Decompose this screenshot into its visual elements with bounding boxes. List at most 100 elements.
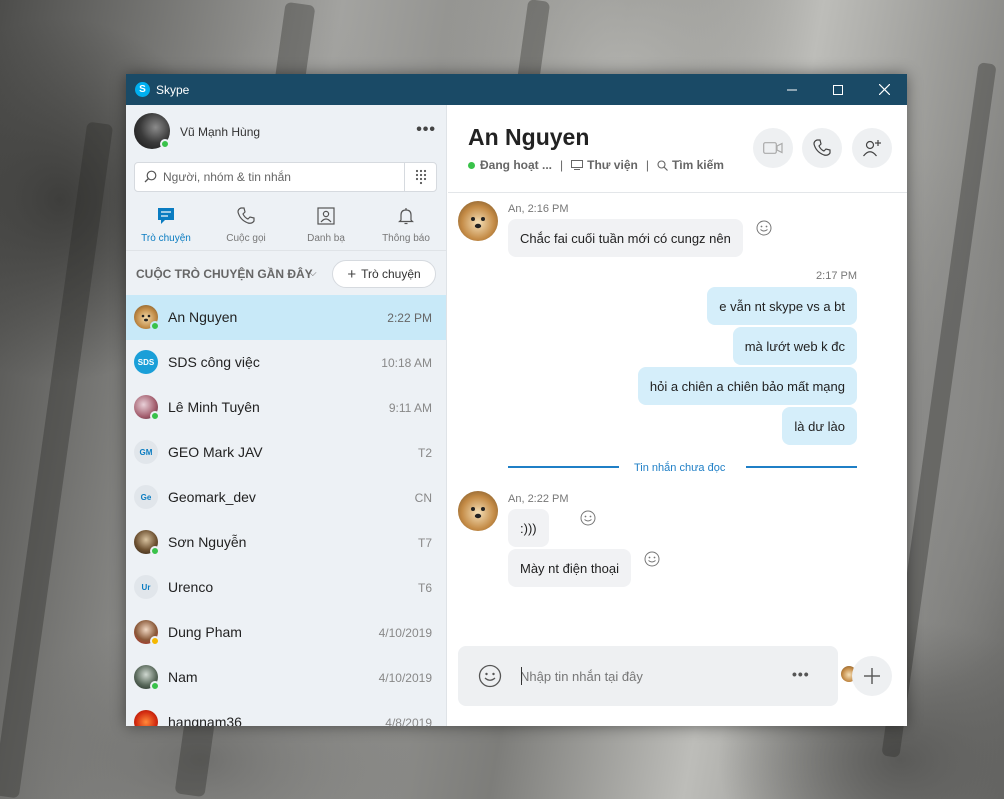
chat-time: 2:22 PM	[387, 311, 432, 325]
dialpad-button[interactable]	[404, 163, 436, 191]
message-text: Chắc fai cuối tuần mới có cungz nên	[520, 230, 731, 246]
plus-icon: +	[347, 265, 357, 283]
avatar: Ur	[134, 575, 158, 599]
message-meta: An, 2:16 PM	[508, 203, 569, 215]
presence-online-icon	[150, 546, 160, 556]
phone-icon	[813, 139, 831, 156]
chat-list-item[interactable]: Ur Urenco T6	[126, 565, 446, 610]
recent-chats-title[interactable]: CUỘC TRÒ CHUYỆN GẦN ĐÂY	[136, 267, 313, 281]
dialpad-icon	[415, 169, 426, 185]
add-people-button[interactable]	[852, 128, 892, 168]
emoji-icon[interactable]	[478, 664, 502, 688]
message-text: là dư lào	[794, 418, 845, 434]
chat-time: T6	[417, 581, 432, 595]
add-person-icon	[863, 140, 881, 157]
chat-list-item[interactable]: SDS SDS công việc 10:18 AM	[126, 340, 446, 385]
search-input[interactable]	[163, 163, 403, 191]
message-bubble[interactable]: hỏi a chiên a chiên bảo mất mạng	[637, 367, 857, 405]
find-link[interactable]: Tìm kiếm	[672, 158, 724, 172]
reaction-smiley-icon[interactable]	[756, 220, 772, 236]
chat-time: 10:18 AM	[381, 356, 432, 370]
skype-logo-icon: S	[135, 82, 150, 97]
chat-list-item[interactable]: An Nguyen 2:22 PM	[126, 295, 446, 340]
minimize-button[interactable]	[769, 74, 815, 105]
presence-online-icon	[150, 411, 160, 421]
reaction-smiley-icon[interactable]	[580, 510, 596, 526]
chat-list-item[interactable]: Nam 4/10/2019	[126, 655, 446, 700]
plus-icon	[864, 668, 880, 684]
chat-time: T2	[417, 446, 432, 460]
tab-notifications[interactable]: Thông báo	[366, 205, 446, 247]
add-attachment-button[interactable]	[852, 656, 892, 696]
conversation-pane: An Nguyen Đang hoạt ... | Thư viện | Tìm…	[448, 105, 907, 726]
chat-name: Geomark_dev	[168, 489, 256, 505]
message-bubble[interactable]: Mày nt điện thoại	[508, 549, 632, 587]
message-text: mà lướt web k đc	[744, 338, 845, 354]
reaction-smiley-icon[interactable]	[644, 551, 660, 567]
tab-contacts-label: Danh bạ	[307, 233, 345, 244]
unread-label: Tin nhắn chưa đọc	[634, 462, 726, 474]
tab-calls[interactable]: Cuộc gọi	[206, 205, 286, 247]
minimize-icon	[787, 89, 797, 90]
message-input[interactable]	[520, 662, 780, 690]
avatar-initials: Ur	[141, 582, 151, 592]
chevron-down-icon[interactable]: ⌵	[309, 268, 317, 279]
video-call-button[interactable]	[753, 128, 793, 168]
tab-contacts[interactable]: Danh bạ	[286, 205, 366, 247]
chat-list-item[interactable]: Sơn Nguyễn T7	[126, 520, 446, 565]
divider	[126, 250, 446, 251]
new-chat-button[interactable]: + Trò chuyện	[332, 260, 436, 288]
chat-time: 4/10/2019	[378, 626, 432, 640]
presence-online-icon	[160, 139, 170, 149]
text-cursor	[521, 667, 522, 685]
message-bubble[interactable]: :)))	[508, 509, 549, 547]
chat-icon	[158, 208, 174, 224]
chat-name: Lê Minh Tuyên	[168, 399, 260, 415]
maximize-icon	[833, 84, 843, 95]
maximize-button[interactable]	[815, 74, 861, 105]
sender-avatar[interactable]	[458, 491, 498, 531]
gallery-icon	[571, 160, 584, 170]
separator: |	[645, 158, 649, 172]
bell-icon	[398, 208, 414, 225]
chat-time: T7	[417, 536, 432, 550]
search-box	[134, 162, 437, 192]
chat-list: An Nguyen 2:22 PM SDS SDS công việc 10:1…	[126, 295, 446, 726]
more-options-button[interactable]: •••	[416, 121, 436, 139]
avatar-initials: GM	[139, 447, 153, 457]
skype-window: S Skype Vũ Mạnh Hùng ••• Người, nhóm & t…	[126, 74, 907, 726]
conversation-title[interactable]: An Nguyen	[468, 124, 589, 151]
tab-chats[interactable]: Trò chuyện	[126, 205, 206, 247]
profile-name[interactable]: Vũ Mạnh Hùng	[180, 125, 260, 139]
message-bubble[interactable]: Chắc fai cuối tuần mới có cungz nên	[508, 219, 743, 257]
chat-name: Urenco	[168, 579, 214, 595]
message-bubble[interactable]: là dư lào	[782, 407, 857, 445]
audio-call-button[interactable]	[802, 128, 842, 168]
new-chat-label: Trò chuyện	[361, 267, 421, 281]
app-title: Skype	[156, 82, 190, 97]
chat-list-item[interactable]: GM GEO Mark JAV T2	[126, 430, 446, 475]
chat-list-item[interactable]: Dung Pham 4/10/2019	[126, 610, 446, 655]
tab-notifications-label: Thông báo	[382, 233, 430, 244]
profile-header: Vũ Mạnh Hùng •••	[134, 113, 440, 153]
presence-away-icon	[150, 636, 160, 646]
window-controls	[769, 74, 907, 105]
phone-icon	[237, 207, 255, 224]
chat-name: An Nguyen	[168, 309, 238, 325]
presence-online-icon	[150, 681, 160, 691]
chat-list-item[interactable]: hangnam36 4/8/2019	[126, 700, 446, 726]
chat-list-item[interactable]: Ge Geomark_dev CN	[126, 475, 446, 520]
avatar-initials: SDS	[137, 357, 155, 367]
more-options-button[interactable]: •••	[792, 666, 810, 682]
message-bubble[interactable]: mà lướt web k đc	[732, 327, 857, 365]
gallery-link[interactable]: Thư viện	[587, 158, 638, 172]
status-text: Đang hoạt ...	[480, 158, 552, 172]
avatar: Ge	[134, 485, 158, 509]
chat-name: SDS công việc	[168, 354, 260, 370]
chat-list-item[interactable]: Lê Minh Tuyên 9:11 AM	[126, 385, 446, 430]
nav-tabs: Trò chuyện Cuộc gọi Danh bạ Thông báo	[126, 205, 446, 247]
sender-avatar[interactable]	[458, 201, 498, 241]
message-bubble[interactable]: e vẫn nt skype vs a bt	[707, 287, 857, 325]
close-button[interactable]	[861, 74, 907, 105]
unread-divider-line	[508, 466, 619, 468]
